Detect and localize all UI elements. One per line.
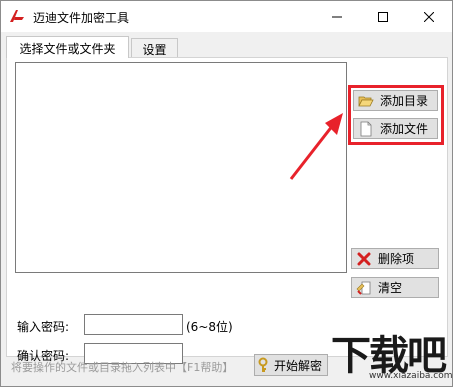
tab-select-files[interactable]: 选择文件或文件夹 — [6, 36, 129, 58]
add-file-button[interactable]: 添加文件 — [353, 118, 438, 139]
file-icon — [360, 121, 372, 136]
password-input[interactable] — [84, 314, 183, 335]
key-icon — [258, 357, 268, 372]
window-title: 迈迪文件加密工具 — [33, 11, 130, 25]
start-decrypt-label: 开始解密 — [274, 358, 323, 373]
minimize-icon — [332, 16, 342, 17]
tab-settings[interactable]: 设置 — [131, 38, 178, 57]
clear-button[interactable]: 清空 — [351, 277, 439, 298]
add-directory-button[interactable]: 添加目录 — [353, 90, 438, 111]
close-button[interactable] — [406, 1, 452, 32]
minimize-button[interactable] — [314, 1, 360, 32]
tab-panel: 添加目录 添加文件 删除项 清空 — [6, 57, 448, 357]
password-label: 输入密码: — [17, 320, 70, 334]
delete-item-label: 删除项 — [378, 252, 415, 266]
status-hint-text: 将要操作的文件或目录拖入列表中【F1帮助】 — [11, 361, 234, 374]
add-file-label: 添加文件 — [380, 122, 429, 136]
app-window: 迈迪文件加密工具 选择文件或文件夹 设置 添加目录 添加文件 删除项 清空 输入… — [0, 0, 453, 387]
start-decrypt-button[interactable]: 开始解密 — [254, 354, 328, 376]
close-icon — [424, 11, 434, 22]
title-bar[interactable]: 迈迪文件加密工具 — [1, 1, 452, 32]
app-logo-icon — [10, 10, 24, 22]
delete-x-icon — [357, 252, 371, 265]
password-length-hint: (6~8位) — [186, 320, 233, 334]
maximize-icon — [378, 11, 388, 22]
add-directory-label: 添加目录 — [380, 94, 429, 108]
delete-item-button[interactable]: 删除项 — [351, 248, 439, 269]
clear-icon — [356, 281, 371, 295]
maximize-button[interactable] — [360, 1, 406, 32]
watermark-url: www.xiazaiba.com — [369, 371, 453, 381]
clear-label: 清空 — [378, 281, 403, 295]
folder-open-icon — [358, 96, 374, 106]
annotation-arrow — [289, 113, 343, 180]
